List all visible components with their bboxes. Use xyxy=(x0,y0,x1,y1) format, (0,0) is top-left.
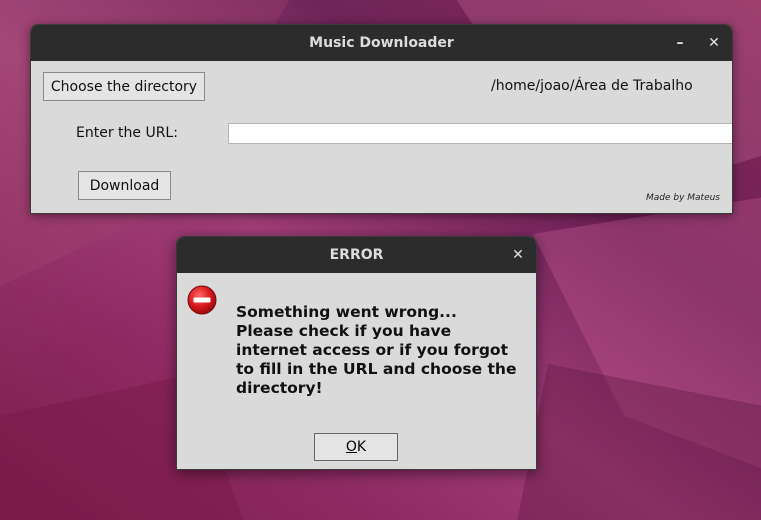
ok-mnemonic: O xyxy=(345,439,357,455)
music-downloader-window: Music Downloader – ✕ Choose the director… xyxy=(30,24,733,214)
error-titlebar[interactable]: ERROR ✕ xyxy=(177,237,536,273)
error-title: ERROR xyxy=(329,247,384,263)
window-title: Music Downloader xyxy=(309,35,454,51)
error-stop-icon xyxy=(187,285,217,315)
choose-directory-button[interactable]: Choose the directory xyxy=(43,72,205,101)
error-close-button[interactable]: ✕ xyxy=(508,245,528,265)
ok-button[interactable]: OK xyxy=(314,433,398,461)
url-input[interactable] xyxy=(228,123,732,144)
main-titlebar[interactable]: Music Downloader – ✕ xyxy=(31,25,732,61)
credit-label: Made by Mateus xyxy=(645,193,720,203)
main-content: Choose the directory /home/joao/Área de … xyxy=(31,61,732,213)
error-message-line: Something went wrong... xyxy=(236,303,457,321)
error-message-line: Please check if you have xyxy=(236,322,452,340)
close-button[interactable]: ✕ xyxy=(704,33,724,53)
error-message-line: directory! xyxy=(236,379,323,397)
error-message-line: internet access or if you forgot xyxy=(236,341,508,359)
error-message: Something went wrong... Please check if … xyxy=(236,303,532,398)
url-label: Enter the URL: xyxy=(76,125,178,141)
error-dialog: ERROR ✕ Something went wrong... Please c… xyxy=(176,236,537,470)
directory-path-label: /home/joao/Área de Trabalho xyxy=(491,78,693,94)
error-message-line: to fill in the URL and choose the xyxy=(236,360,517,378)
download-button[interactable]: Download xyxy=(78,171,171,200)
ok-label-rest: K xyxy=(356,439,367,455)
minimize-button[interactable]: – xyxy=(670,33,690,53)
